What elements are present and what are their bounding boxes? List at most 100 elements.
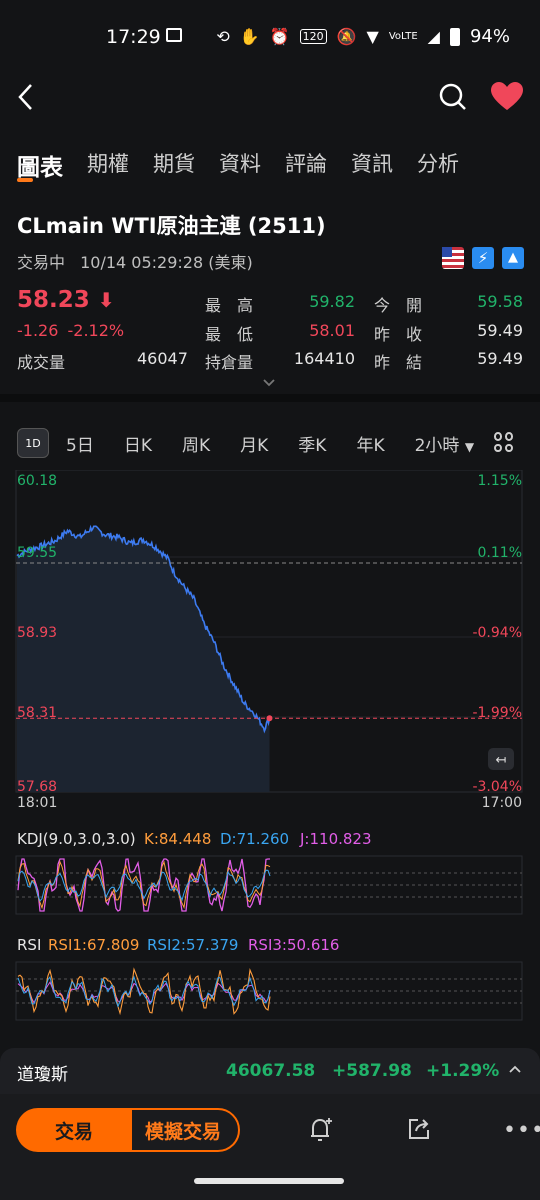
kdj-j: J:110.823 [299, 830, 372, 848]
pyramid-icon[interactable]: ▲ [502, 247, 524, 269]
pct-label-3: -1.99% [472, 705, 522, 721]
tab-chart[interactable]: 圖表 [17, 148, 63, 188]
sync-icon: ⟲ [216, 27, 230, 46]
battery-icon [449, 27, 460, 46]
price-change: -1.26 -2.12% [17, 321, 125, 340]
pct-label-2: -0.94% [472, 625, 522, 641]
index-value: 46067.58 [226, 1061, 316, 1081]
alert-bell-icon[interactable] [308, 1116, 334, 1144]
kdj-k: K:84.448 [144, 830, 211, 848]
battery-level: 94% [469, 26, 510, 47]
period-year-k[interactable]: 年K [356, 431, 384, 456]
x-label-start: 18:01 [17, 795, 57, 811]
open-label: 今 開 [374, 296, 423, 315]
pct-label-1: 0.11% [478, 545, 522, 561]
chevron-up-icon[interactable] [508, 1064, 522, 1074]
period-2h[interactable]: 2小時 ▼ [415, 431, 474, 456]
y-label-4: 57.68 [17, 779, 57, 795]
rsi-label: RSI [17, 936, 41, 954]
svg-text:↤: ↤ [496, 753, 507, 768]
down-arrow-icon: ⬇ [97, 288, 115, 312]
tab-options[interactable]: 期權 [87, 148, 129, 188]
low-label: 最 低 [205, 325, 254, 344]
app-header [0, 72, 540, 128]
instrument-title: CLmain WTI原油主連 (2511) [17, 214, 326, 238]
rsi2: RSI2:57.379 [147, 936, 238, 954]
price-chart[interactable]: 60.18 59.55 58.93 58.31 57.68 1.15% 0.11… [0, 470, 540, 1050]
high-label: 最 高 [205, 296, 254, 315]
main-tabs: 圖表 期權 期貨 資料 評論 資訊 分析 [17, 148, 483, 188]
y-label-2: 58.93 [17, 625, 57, 641]
period-day-k[interactable]: 日K [124, 431, 152, 456]
fast-trade-icon[interactable]: ⚡ [472, 247, 494, 269]
status-icons: ⟲ ✋ ⏰ 120 🔕 ▼ VoLTE ◢ 94% [216, 26, 510, 47]
market-status: 交易中 [17, 253, 66, 272]
x-label-end: 17:00 [482, 795, 522, 811]
market-status-line: 交易中 10/14 05:29:28 (美東) [17, 249, 253, 273]
period-1d-button[interactable]: 1D [17, 428, 49, 458]
price-area [17, 526, 270, 792]
reset-view-button[interactable]: ↤ [488, 748, 514, 770]
status-time: 17:29 [106, 26, 161, 48]
pct-label-0: 1.15% [478, 473, 522, 489]
share-icon[interactable] [406, 1116, 432, 1142]
period-month-k[interactable]: 月K [240, 431, 268, 456]
open-interest-label: 持倉量 [205, 353, 254, 372]
open-value: 59.58 [477, 292, 523, 311]
grid-layout-icon[interactable] [494, 432, 514, 452]
dropdown-icon: ▼ [464, 439, 475, 454]
trade-button[interactable]: 交易 [16, 1108, 132, 1152]
index-change: +587.98 [332, 1061, 412, 1081]
home-indicator [194, 1178, 344, 1184]
alarm-icon: ⏰ [269, 27, 290, 46]
index-ticker[interactable]: 道瓊斯 46067.58 +587.98 +1.29% [0, 1048, 540, 1094]
rsi3: RSI3:50.616 [248, 936, 339, 954]
period-tabs: 1D 5日 日K 周K 月K 季K 年K 2小時 ▼ [17, 426, 523, 460]
search-icon[interactable] [438, 82, 468, 112]
y-label-1: 59.55 [17, 545, 57, 561]
period-quarter-k[interactable]: 季K [298, 431, 326, 456]
status-bar: 17:29 ⟲ ✋ ⏰ 120 🔕 ▼ VoLTE ◢ 94% [0, 0, 540, 72]
high-value: 59.82 [309, 292, 355, 311]
mute-icon: 🔕 [336, 27, 357, 46]
sim-trade-button[interactable]: 模擬交易 [126, 1108, 240, 1152]
period-week-k[interactable]: 周K [182, 431, 210, 456]
rsi1: RSI1:67.809 [48, 936, 139, 954]
signal-icon: ◢ [427, 27, 440, 46]
prev-settle-value: 59.49 [477, 349, 523, 368]
hand-icon: ✋ [239, 27, 260, 46]
pct-label-4: -3.04% [472, 779, 522, 795]
volte-icon: VoLTE [388, 31, 418, 42]
last-price: 58.23 ⬇ [17, 287, 115, 313]
wifi-icon: ▼ [366, 27, 379, 46]
refresh-rate-icon: 120 [299, 29, 327, 44]
y-label-3: 58.31 [17, 705, 57, 721]
tab-comments[interactable]: 評論 [285, 148, 327, 188]
prev-settle-label: 昨 結 [374, 353, 423, 372]
tab-news[interactable]: 資訊 [351, 148, 393, 188]
volume-label: 成交量 [17, 353, 66, 372]
badges: ⚡ ▲ [442, 247, 524, 269]
tab-data[interactable]: 資料 [219, 148, 261, 188]
index-pct: +1.29% [426, 1061, 500, 1081]
open-interest-value: 164410 [293, 349, 355, 368]
index-name: 道瓊斯 [17, 1065, 68, 1085]
rsi2-line [17, 975, 271, 1008]
tab-analysis[interactable]: 分析 [417, 148, 459, 188]
favorite-heart-icon[interactable] [490, 82, 524, 112]
action-bar: 交易 模擬交易 ••• [0, 1094, 540, 1200]
expand-chevron-icon[interactable] [262, 378, 276, 388]
prev-close-label: 昨 收 [374, 325, 423, 344]
more-icon[interactable]: ••• [503, 1118, 540, 1143]
low-value: 58.01 [309, 321, 355, 340]
last-price-dot [266, 715, 273, 722]
kdj-label: KDJ(9.0,3.0,3.0) [17, 830, 136, 848]
gallery-icon [166, 28, 182, 42]
back-icon[interactable] [16, 82, 36, 112]
tab-futures[interactable]: 期貨 [153, 148, 195, 188]
section-divider [0, 394, 540, 402]
volume-value: 46047 [137, 349, 188, 368]
period-5d[interactable]: 5日 [66, 431, 94, 456]
prev-close-value: 59.49 [477, 321, 523, 340]
quote-datetime: 10/14 05:29:28 (美東) [80, 253, 253, 272]
